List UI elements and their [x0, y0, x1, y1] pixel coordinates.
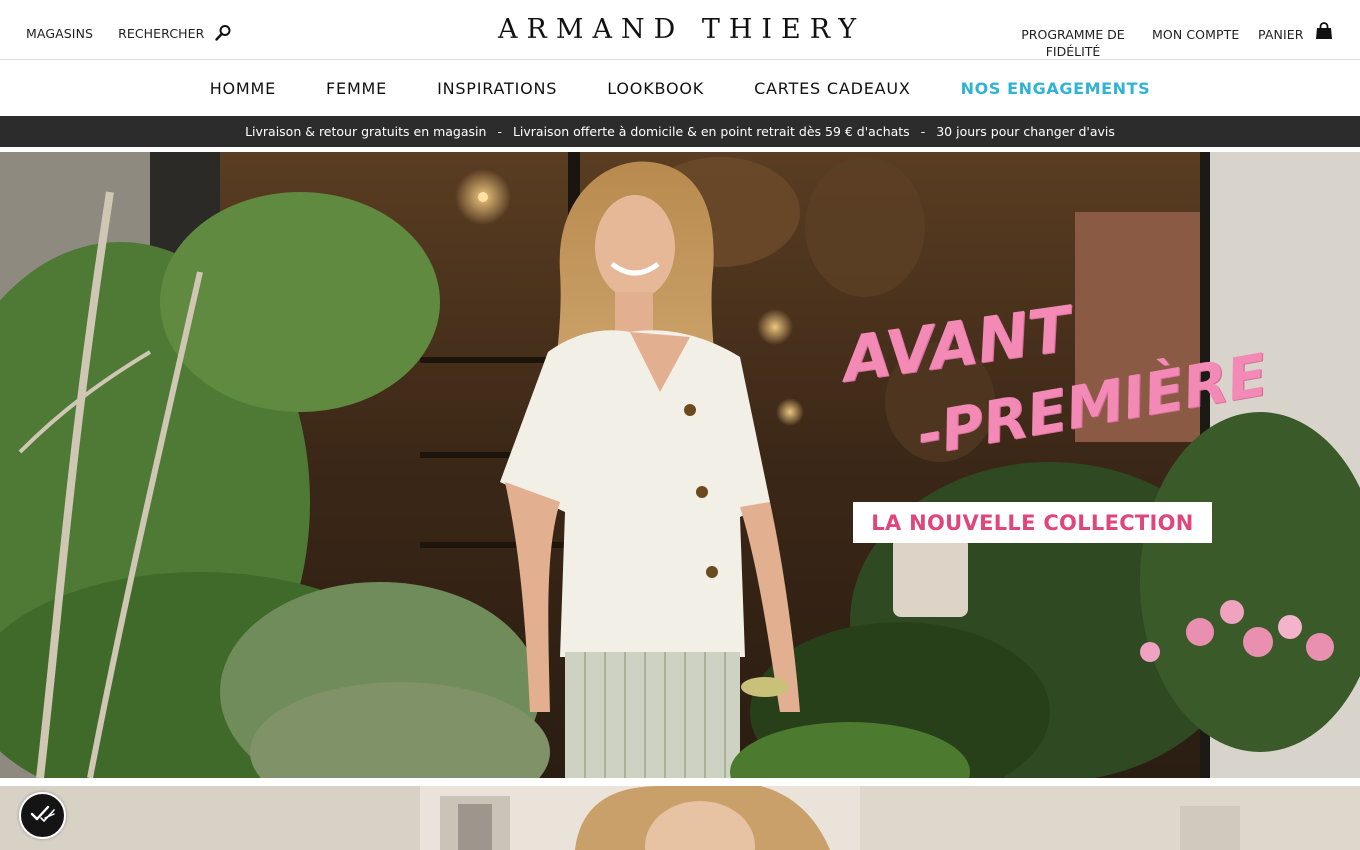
new-collection-button[interactable]: LA NOUVELLE COLLECTION	[853, 502, 1212, 543]
secondary-banner[interactable]	[0, 786, 1360, 850]
loyalty-label-line1: PROGRAMME DE	[1021, 27, 1125, 42]
promo-separator: -	[497, 124, 502, 139]
stores-link[interactable]: MAGASINS	[26, 26, 93, 41]
search-link[interactable]: RECHERCHER	[118, 26, 204, 41]
cart-link[interactable]: PANIER	[1258, 27, 1304, 42]
nav-cartes-cadeaux[interactable]: CARTES CADEAUX	[754, 79, 911, 98]
nav-femme[interactable]: FEMME	[326, 79, 387, 98]
promo-30-days: 30 jours pour changer d'avis	[936, 124, 1115, 139]
nav-inspirations[interactable]: INSPIRATIONS	[437, 79, 557, 98]
nav-nos-engagements[interactable]: NOS ENGAGEMENTS	[961, 79, 1151, 98]
site-header: MAGASINS RECHERCHER ARMAND THIERY PROGRA…	[0, 0, 1360, 60]
header-left-links: MAGASINS RECHERCHER	[26, 24, 232, 42]
cookie-consent-button[interactable]	[19, 792, 66, 839]
promo-free-return: Livraison & retour gratuits en magasin	[245, 124, 487, 139]
brand-logo[interactable]: ARMAND THIERY	[498, 14, 864, 45]
promo-free-delivery: Livraison offerte à domicile & en point …	[512, 124, 910, 139]
secondary-banner-photo	[0, 786, 1360, 850]
promo-banner: Livraison & retour gratuits en magasin -…	[0, 116, 1360, 147]
hero-photo	[0, 152, 1360, 778]
shopping-bag-icon[interactable]	[1315, 22, 1333, 40]
search-icon[interactable]	[214, 24, 232, 42]
promo-separator: -	[920, 124, 926, 139]
loyalty-program-link[interactable]: PROGRAMME DE FIDÉLITÉ	[1018, 26, 1128, 60]
nav-homme[interactable]: HOMME	[210, 79, 276, 98]
cookie-consent-icon	[30, 803, 56, 828]
hero-banner[interactable]: AVANT -PREMIÈRE LA NOUVELLE COLLECTION	[0, 152, 1360, 778]
main-navigation: HOMME FEMME INSPIRATIONS LOOKBOOK CARTES…	[0, 60, 1360, 116]
account-link[interactable]: MON COMPTE	[1152, 27, 1239, 42]
loyalty-label-line2: FIDÉLITÉ	[1045, 44, 1101, 59]
nav-lookbook[interactable]: LOOKBOOK	[607, 79, 704, 98]
